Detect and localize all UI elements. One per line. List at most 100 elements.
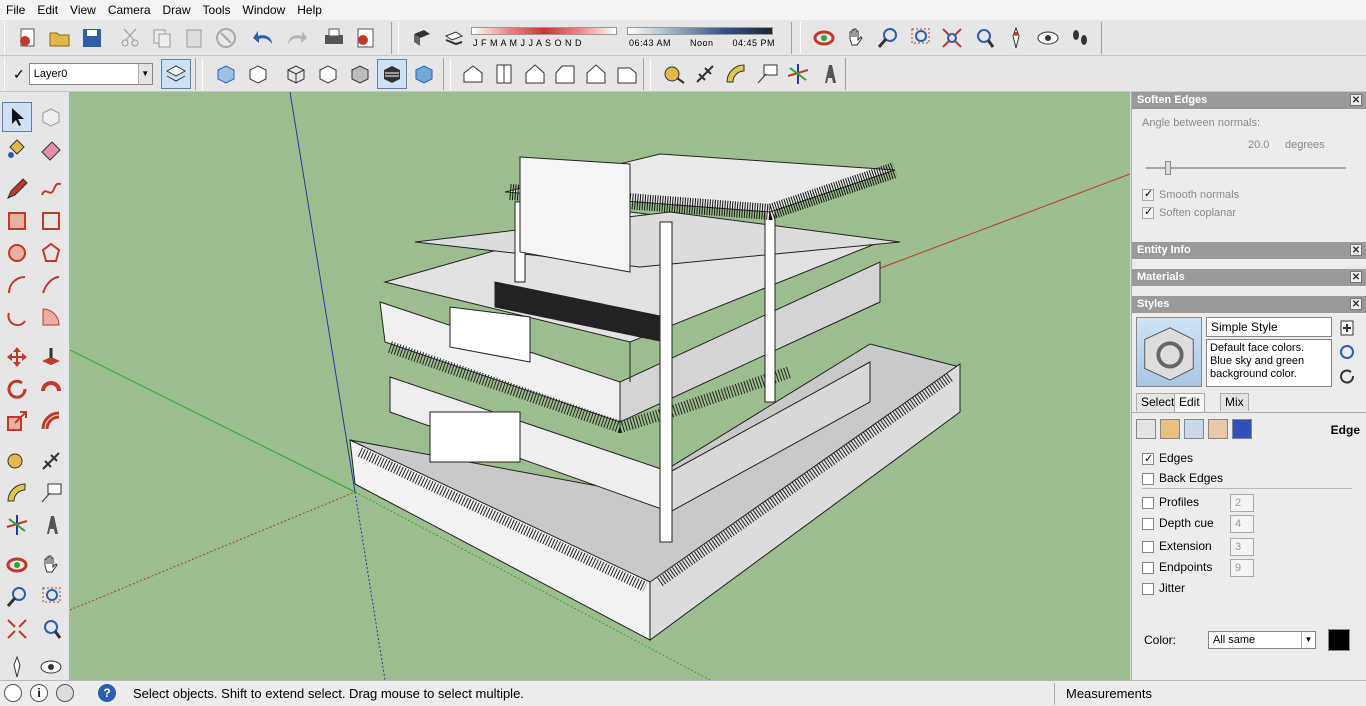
position-camera-button[interactable] <box>1001 23 1031 53</box>
text-tool-button[interactable] <box>36 478 66 508</box>
orbit-button[interactable] <box>809 23 839 53</box>
style-thumbnail[interactable] <box>1136 317 1202 387</box>
right-view-button[interactable] <box>551 59 580 89</box>
arc-button[interactable] <box>2 270 32 300</box>
edge-option-value[interactable]: 2 <box>1230 494 1254 512</box>
edge-option-checkbox[interactable] <box>1142 496 1154 509</box>
line-tool-button[interactable] <box>2 174 32 204</box>
edge-option-checkbox[interactable] <box>1142 540 1154 553</box>
credits-icon[interactable]: i <box>30 684 48 702</box>
walk-button[interactable] <box>1065 23 1095 53</box>
zoom-window-button[interactable] <box>905 23 935 53</box>
axes-button[interactable] <box>783 59 812 89</box>
edge-option-6[interactable]: Jitter <box>1142 580 1362 598</box>
left-view-button[interactable] <box>612 59 641 89</box>
zoom-window-tool-button[interactable] <box>36 582 66 612</box>
zoom-button[interactable] <box>873 23 903 53</box>
edge-color-swatch[interactable] <box>1328 629 1350 651</box>
hidden-line-button[interactable] <box>313 59 343 89</box>
layer-manager-button[interactable] <box>160 59 191 89</box>
tape-measure-tool-button[interactable] <box>2 446 32 476</box>
model-canvas[interactable] <box>70 92 1130 680</box>
iso-view-button[interactable] <box>459 59 488 89</box>
new-button[interactable] <box>13 23 43 53</box>
zoom-extents-tool-button[interactable] <box>2 614 32 644</box>
save-button[interactable] <box>77 23 107 53</box>
back-edges-button[interactable] <box>243 59 273 89</box>
update-style-button[interactable] <box>1338 343 1356 361</box>
previous-view-tool-button[interactable] <box>36 614 66 644</box>
tab-mix[interactable]: Mix <box>1220 393 1249 411</box>
text-button[interactable] <box>752 59 781 89</box>
look-around-tool-button[interactable] <box>36 652 66 682</box>
position-camera-tool-button[interactable] <box>2 652 32 682</box>
user-icon[interactable] <box>56 684 74 702</box>
top-view-button[interactable] <box>490 59 519 89</box>
select-tool-button[interactable] <box>2 102 32 132</box>
shaded-with-textures-button[interactable] <box>377 59 407 89</box>
zoom-extents-button[interactable] <box>937 23 967 53</box>
edge-option-checkbox[interactable] <box>1142 561 1154 574</box>
undo-button[interactable] <box>249 23 279 53</box>
edge-option-5[interactable]: Endpoints 9 <box>1142 559 1362 577</box>
previous-view-button[interactable] <box>969 23 999 53</box>
soften-coplanar-option[interactable]: Soften coplanar <box>1142 205 1236 219</box>
edge-settings-icon[interactable] <box>1136 419 1156 439</box>
xray-button[interactable] <box>211 59 241 89</box>
shadow-date-slider[interactable]: J F M A M J J A S O N D <box>471 23 619 53</box>
entity-info-header[interactable]: Entity Info ✕ <box>1132 242 1366 259</box>
scale-button[interactable] <box>2 406 32 436</box>
edge-color-dropdown[interactable]: All same ▼ <box>1208 631 1316 649</box>
print-button[interactable] <box>319 23 349 53</box>
move-button[interactable] <box>2 342 32 372</box>
edge-option-value[interactable]: 9 <box>1230 559 1254 577</box>
erase-button[interactable] <box>211 23 241 53</box>
background-settings-icon[interactable] <box>1184 419 1204 439</box>
front-view-button[interactable] <box>520 59 549 89</box>
wireframe-button[interactable] <box>281 59 311 89</box>
three-point-arc-button[interactable] <box>2 302 32 332</box>
close-icon[interactable]: ✕ <box>1350 244 1362 256</box>
menu-camera[interactable]: Camera <box>102 0 157 20</box>
edge-option-1[interactable]: Back Edges <box>1142 470 1362 488</box>
edge-option-0[interactable]: Edges <box>1142 450 1362 468</box>
eraser-button[interactable] <box>36 134 66 164</box>
edge-option-checkbox[interactable] <box>1142 517 1154 530</box>
tab-select[interactable]: Select <box>1136 393 1180 411</box>
menu-help[interactable]: Help <box>291 0 328 20</box>
create-style-button[interactable] <box>1338 319 1356 337</box>
rotated-rectangle-button[interactable] <box>36 206 66 236</box>
layer-dropdown[interactable]: Layer0 ▼ <box>28 63 153 85</box>
menu-view[interactable]: View <box>64 0 102 20</box>
menu-file[interactable]: File <box>0 0 31 20</box>
two-point-arc-button[interactable] <box>36 270 66 300</box>
paste-button[interactable] <box>179 23 209 53</box>
angle-slider-thumb[interactable] <box>1165 161 1171 175</box>
close-icon[interactable]: ✕ <box>1350 271 1362 283</box>
tab-edit[interactable]: Edit <box>1174 393 1205 412</box>
dimension-button[interactable] <box>690 59 719 89</box>
smooth-normals-option[interactable]: Smooth normals <box>1142 187 1239 201</box>
freehand-button[interactable] <box>36 174 66 204</box>
pie-button[interactable] <box>36 302 66 332</box>
modeling-settings-icon[interactable] <box>1232 419 1252 439</box>
monochrome-button[interactable] <box>409 59 439 89</box>
zoom-tool-button[interactable] <box>2 582 32 612</box>
offset-button[interactable] <box>36 406 66 436</box>
3d-text-button[interactable] <box>814 59 843 89</box>
menu-draw[interactable]: Draw <box>157 0 197 20</box>
cut-button[interactable] <box>115 23 145 53</box>
follow-me-button[interactable] <box>36 374 66 404</box>
model-info-button[interactable] <box>351 23 381 53</box>
shadow-time-slider[interactable]: 06:43 AM Noon 04:45 PM <box>627 23 775 53</box>
dimension-tool-button[interactable] <box>36 446 66 476</box>
soften-edges-header[interactable]: Soften Edges ✕ <box>1132 92 1366 109</box>
edge-option-2[interactable]: Profiles 2 <box>1142 494 1362 512</box>
edge-option-checkbox[interactable] <box>1142 582 1154 595</box>
polygon-button[interactable] <box>36 238 66 268</box>
edge-option-3[interactable]: Depth cue 4 <box>1142 515 1362 533</box>
shaded-button[interactable] <box>345 59 375 89</box>
help-icon[interactable]: ? <box>98 684 116 702</box>
redo-button[interactable] <box>281 23 311 53</box>
protractor-tool-button[interactable] <box>2 478 32 508</box>
